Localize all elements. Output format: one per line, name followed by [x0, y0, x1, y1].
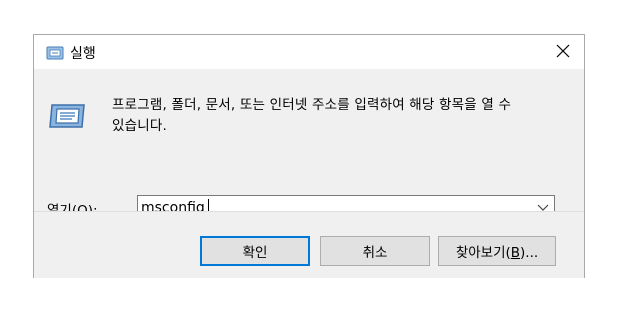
- window-title: 실행: [70, 46, 96, 62]
- cancel-button-label: 취소: [362, 245, 388, 261]
- browse-label-accesskey: B: [510, 245, 521, 261]
- title-bar: 실행: [34, 35, 584, 69]
- close-icon: [556, 43, 570, 62]
- ok-button[interactable]: 확인: [200, 236, 310, 266]
- cancel-button[interactable]: 취소: [320, 236, 430, 266]
- browse-label-suffix: )...: [520, 245, 539, 261]
- run-dialog: 실행 프로그램, 폴더, 문서, 또는 인터넷 주소를 입력하여 해당 항목을 …: [33, 34, 585, 278]
- browse-button-label: 찾아보기(B)...: [456, 241, 538, 261]
- browse-label-prefix: 찾아보기(: [455, 245, 511, 261]
- browse-button[interactable]: 찾아보기(B)...: [438, 236, 556, 266]
- ok-button-label: 확인: [242, 245, 268, 261]
- button-bar: 확인 취소 찾아보기(B)...: [34, 211, 584, 278]
- run-description: 프로그램, 폴더, 문서, 또는 인터넷 주소를 입력하여 해당 항목을 열 수…: [112, 95, 578, 137]
- description-line-2: 있습니다.: [112, 118, 167, 134]
- description-line-1: 프로그램, 폴더, 문서, 또는 인터넷 주소를 입력하여 해당 항목을 열 수: [112, 97, 512, 113]
- run-icon: [46, 45, 64, 60]
- run-icon: [48, 101, 88, 131]
- dialog-content: 프로그램, 폴더, 문서, 또는 인터넷 주소를 입력하여 해당 항목을 열 수…: [34, 69, 584, 221]
- close-button[interactable]: [548, 39, 578, 65]
